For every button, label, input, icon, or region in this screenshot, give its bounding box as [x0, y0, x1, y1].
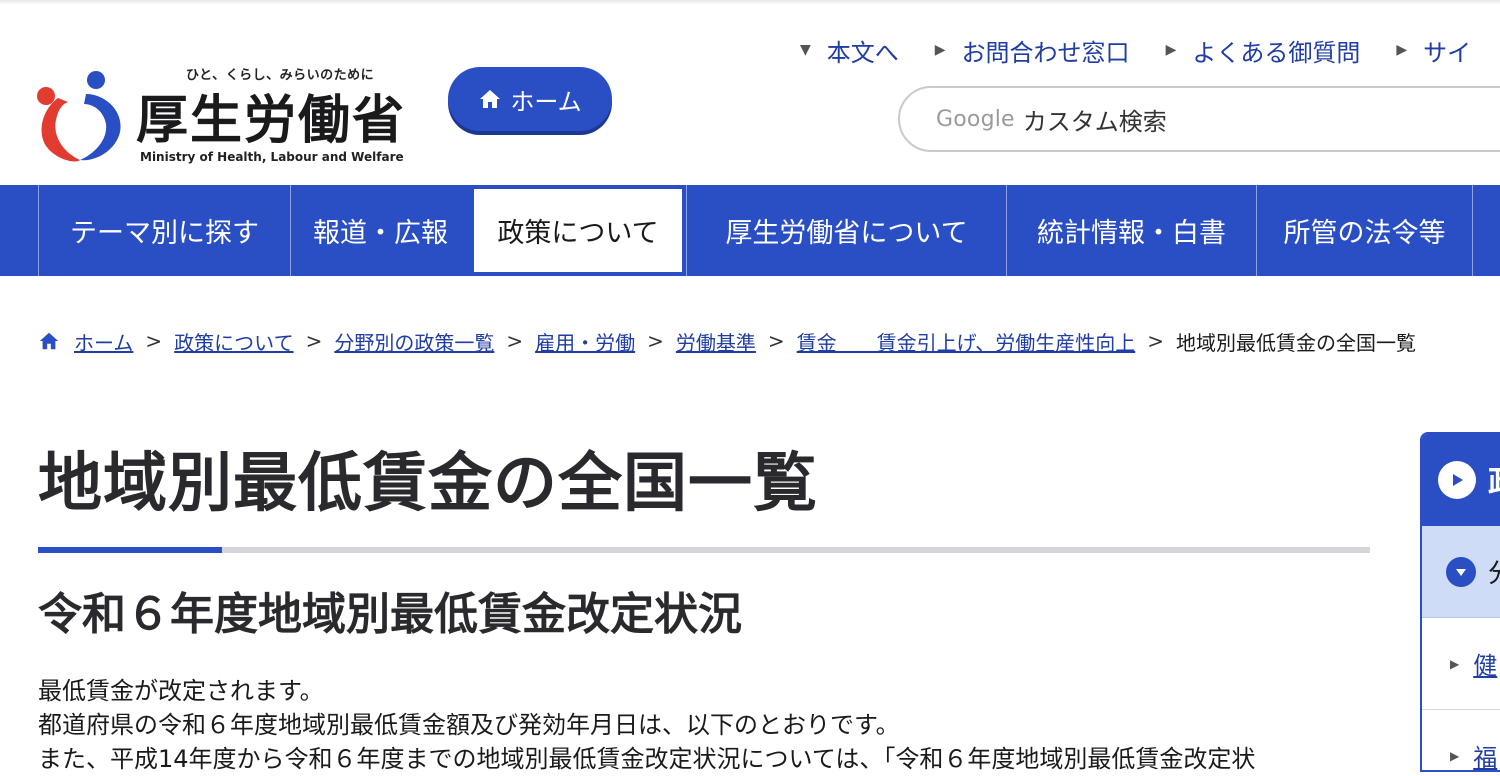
gnav-item-about[interactable]: 厚生労働省について: [686, 185, 1006, 276]
util-link-skip-to-content[interactable]: ▼ 本文へ: [800, 33, 899, 68]
util-link-label: サイ: [1423, 38, 1472, 67]
side-menu-item-label: 健: [1473, 652, 1498, 680]
play-circle-icon: [1438, 461, 1476, 499]
title-divider-accent: [38, 547, 222, 553]
gnav-item-press[interactable]: 報道・広報: [290, 185, 470, 276]
breadcrumb-link-policy-list[interactable]: 分野別の政策一覧: [334, 327, 494, 356]
breadcrumb-separator: >: [647, 329, 664, 353]
utility-links: ▼ 本文へ ▶ お問合わせ窓口 ▶ よくある御質問 ▶ サイ: [800, 30, 1500, 70]
breadcrumb-separator: >: [145, 329, 163, 353]
logo-org-name-en: Ministry of Health, Labour and Welfare: [140, 150, 404, 164]
breadcrumb-separator: >: [305, 329, 323, 353]
chevron-right-icon: ▶: [1165, 42, 1177, 58]
side-menu-item-label: 福: [1473, 744, 1498, 772]
site-header: ひと、くらし、みらいのために 厚生労働省 Ministry of Health,…: [0, 0, 1500, 185]
util-link-label: 本文へ: [826, 38, 899, 67]
util-link-label: よくある御質問: [1192, 38, 1361, 67]
chevron-right-icon: ▶: [1396, 42, 1408, 58]
title-divider: [38, 547, 1370, 553]
breadcrumb-link-policy[interactable]: 政策について: [174, 327, 293, 356]
chevron-down-icon: ▼: [800, 42, 811, 58]
side-menu-header-label: 政: [1488, 457, 1500, 503]
util-link-faq[interactable]: ▶ よくある御質問: [1166, 33, 1361, 68]
side-menu-header[interactable]: 政: [1422, 434, 1500, 526]
breadcrumb-link-home[interactable]: ホーム: [74, 327, 133, 356]
search-input[interactable]: Google カスタム検索: [898, 86, 1500, 152]
section-title: 令和６年度地域別最低賃金改定状況: [38, 589, 742, 640]
gnav-item-policy[interactable]: 政策について: [470, 185, 686, 276]
breadcrumb-separator: >: [1147, 329, 1165, 353]
chevron-right-icon: ▶: [934, 42, 946, 58]
util-link-sitemap[interactable]: ▶ サイ: [1396, 33, 1471, 68]
chevron-down-circle-icon: [1446, 556, 1476, 587]
home-icon: [480, 90, 501, 108]
breadcrumb: ホーム > 政策について > 分野別の政策一覧 > 雇用・労働 > 労働基準 >…: [38, 326, 1498, 356]
intro-paragraph: また、平成14年度から令和６年度までの地域別最低賃金改定状況については、「令和６…: [38, 745, 1256, 773]
intro-text: 最低賃金が改定されます。 都道府県の令和６年度地域別最低賃金額及び発効年月日は、…: [38, 674, 1378, 776]
gnav-item-statistics[interactable]: 統計情報・白書: [1006, 185, 1256, 276]
mhlw-logo-icon: [37, 71, 121, 162]
util-link-contact[interactable]: ▶ お問合わせ窓口: [935, 33, 1130, 68]
google-brand-label: Google: [936, 106, 1015, 132]
side-menu-item[interactable]: ▶ 健: [1422, 618, 1500, 710]
breadcrumb-link-labor-standards[interactable]: 労働基準: [676, 327, 756, 356]
breadcrumb-separator: >: [767, 329, 785, 353]
breadcrumb-link-employment[interactable]: 雇用・労働: [535, 327, 635, 356]
side-menu: 政 分 ▶ 健 ▶ 福: [1420, 432, 1500, 772]
search-placeholder: カスタム検索: [1022, 107, 1167, 136]
gnav-item-themes[interactable]: テーマ別に探す: [38, 185, 290, 276]
logo-org-name: 厚生労働省: [136, 91, 407, 151]
page-title: 地域別最低賃金の全国一覧: [38, 447, 818, 521]
site-logo[interactable]: ひと、くらし、みらいのために 厚生労働省 Ministry of Health,…: [36, 62, 416, 172]
chevron-right-icon: ▶: [1450, 748, 1460, 763]
chevron-right-icon: ▶: [1450, 656, 1460, 671]
breadcrumb-link-wages[interactable]: 賃金 賃金引上げ、労働生産性向上: [797, 327, 1136, 356]
intro-paragraph: 最低賃金が改定されます。: [38, 677, 324, 705]
intro-paragraph: 都道府県の令和６年度地域別最低賃金額及び発効年月日は、以下のとおりです。: [38, 711, 900, 739]
side-menu-subheader[interactable]: 分: [1422, 526, 1500, 618]
home-button[interactable]: ホーム: [448, 67, 612, 131]
side-menu-item[interactable]: ▶ 福: [1422, 710, 1500, 772]
util-link-label: お問合わせ窓口: [961, 38, 1130, 67]
home-icon[interactable]: [38, 330, 60, 352]
gnav-item-partial[interactable]: [1472, 185, 1500, 276]
side-menu-subheader-label: 分: [1488, 553, 1500, 590]
breadcrumb-current: 地域別最低賃金の全国一覧: [1176, 330, 1417, 355]
breadcrumb-separator: >: [506, 329, 524, 353]
home-button-label: ホーム: [510, 87, 582, 116]
gnav-item-laws[interactable]: 所管の法令等: [1256, 185, 1472, 276]
global-nav: テーマ別に探す 報道・広報 政策について 厚生労働省について 統計情報・白書 所…: [0, 185, 1500, 276]
